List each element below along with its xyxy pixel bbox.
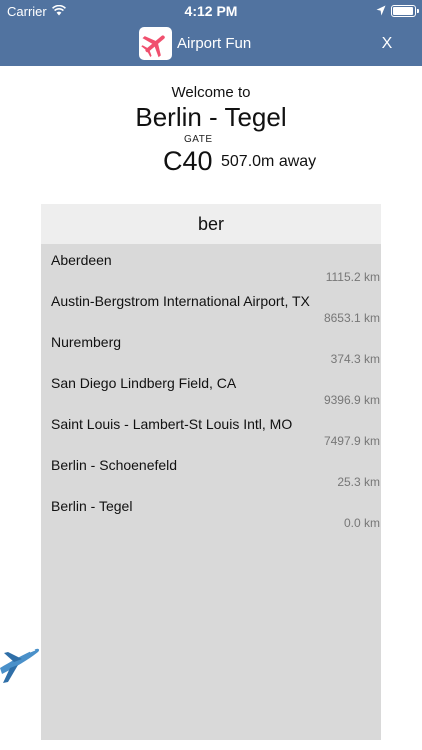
airplane-icon [141,35,165,58]
distance-label: 1115.2 km [325,270,380,284]
list-item[interactable]: Berlin - Tegel 0.0 km [41,492,381,531]
flying-airplane-icon [0,648,40,683]
distance-label: 25.3 km [337,475,380,489]
gate-distance: 507.0m away [221,153,317,170]
list-item[interactable]: San Diego Lindberg Field, CA 9396.9 km [41,369,381,408]
distance-label: 374.3 km [330,352,380,366]
distance-label: 7497.9 km [323,434,380,448]
list-item[interactable]: Berlin - Schoenefeld 25.3 km [41,451,381,490]
list-item[interactable]: Austin-Bergstrom International Airport, … [41,287,381,326]
list-item[interactable]: Aberdeen 1115.2 km [41,246,381,285]
distance-label: 9396.9 km [323,393,380,407]
welcome-text: Welcome to [171,84,251,101]
nav-bar: Carrier 4:12 PM Airport Fun X [0,0,422,66]
airport-name-label: Austin-Bergstrom International Airport, … [51,293,310,309]
list-item[interactable]: Saint Louis - Lambert-St Louis Intl, MO … [41,410,381,449]
airport-name-label: Nuremberg [51,334,122,350]
app-logo [139,27,172,60]
battery-icon [391,5,419,17]
airport-name-label: Saint Louis - Lambert-St Louis Intl, MO [51,416,293,432]
distance-label: 8653.1 km [323,311,380,325]
gate-value: C40 [163,146,213,176]
results-list: Aberdeen 1115.2 km Austin-Bergstrom Inte… [41,246,381,533]
clock: 4:12 PM [184,3,238,19]
close-button[interactable]: X [376,33,398,55]
airport-name: Berlin - Tegel [135,102,287,132]
airport-name-label: Berlin - Schoenefeld [51,457,178,473]
status-bar: Carrier 4:12 PM [0,0,422,22]
search-input[interactable] [41,204,381,244]
airport-name-label: Berlin - Tegel [51,498,133,514]
distance-label: 0.0 km [343,516,380,530]
gate-label: GATE [184,134,213,145]
screen: Carrier 4:12 PM Airport Fun X Welcome to… [0,0,422,750]
location-arrow-icon [376,5,386,16]
airport-name-label: San Diego Lindberg Field, CA [51,375,237,391]
app-title: Airport Fun [177,35,252,52]
list-item[interactable]: Nuremberg 374.3 km [41,328,381,367]
airport-name-label: Aberdeen [51,252,112,268]
